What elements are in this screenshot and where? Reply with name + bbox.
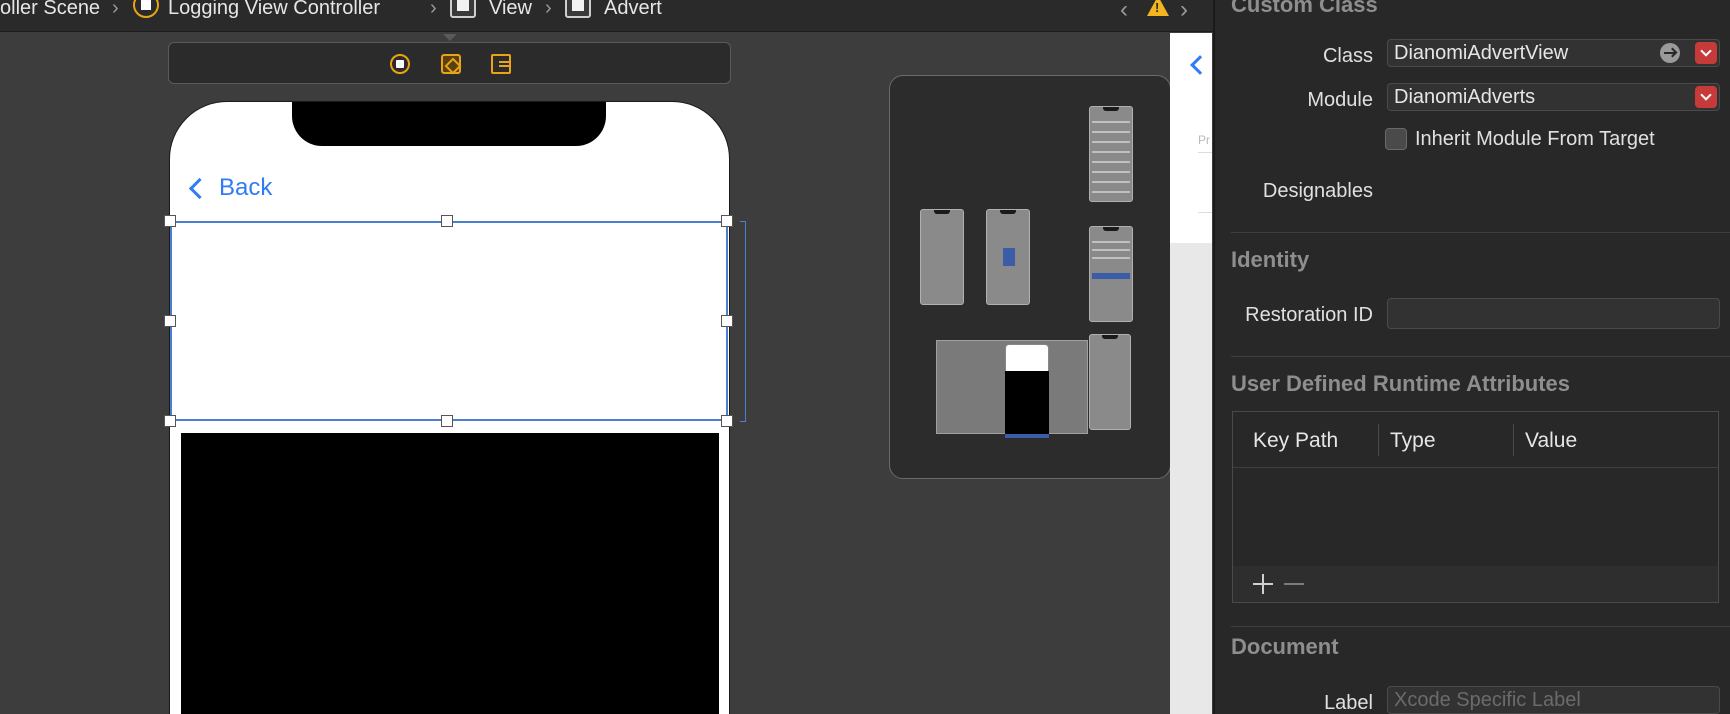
scene-dock (168, 42, 731, 84)
adjacent-scene-preview-body (1170, 243, 1212, 714)
resize-handle-top[interactable] (441, 215, 453, 227)
resize-handle-bottom[interactable] (441, 415, 453, 427)
chevron-left-icon[interactable]: ‹ (1120, 0, 1128, 24)
section-title-runtime-attributes: User Defined Runtime Attributes (1231, 371, 1571, 396)
arrow-right-circle-icon[interactable] (1660, 43, 1680, 63)
column-separator (1378, 424, 1379, 456)
restoration-id-label: Restoration ID (1245, 304, 1373, 326)
chevron-right-icon: › (545, 0, 552, 19)
breadcrumb-item-advert[interactable]: Advert (604, 0, 662, 24)
class-label: Class (1322, 45, 1373, 67)
view-icon (565, 0, 591, 18)
breadcrumb-item-scene[interactable]: oller Scene (0, 0, 100, 24)
runtime-attributes-table[interactable]: Key Path Type Value (1232, 411, 1719, 603)
section-title-identity: Identity (1231, 247, 1310, 272)
breadcrumb: oller Scene › Logging View Controller › … (0, 0, 1213, 32)
minimap-scene[interactable] (1089, 334, 1131, 430)
document-label-placeholder: Xcode Specific Label (1394, 689, 1581, 711)
add-attribute-icon[interactable] (1253, 574, 1273, 594)
section-divider (1231, 626, 1730, 627)
back-label: Back (219, 174, 273, 201)
divider (1198, 212, 1212, 213)
warning-icon[interactable] (1147, 0, 1169, 16)
restoration-id-field[interactable] (1387, 298, 1720, 329)
device-notch (292, 102, 606, 146)
resize-handle-bottom-right[interactable] (721, 415, 733, 427)
minimap-scene[interactable] (986, 209, 1030, 305)
document-label-field[interactable]: Xcode Specific Label (1387, 686, 1720, 714)
resize-handle-right[interactable] (721, 315, 733, 327)
identity-inspector: Custom Class Class DianomiAdvertView Mod… (1213, 0, 1730, 714)
back-button[interactable]: Back (188, 174, 272, 202)
inherit-module-label: Inherit Module From Target (1415, 128, 1655, 150)
chevron-right-icon: › (430, 0, 437, 19)
table-footer (1233, 566, 1718, 602)
minimap-scene[interactable] (1089, 106, 1133, 202)
inherit-module-checkbox[interactable] (1385, 128, 1407, 150)
first-responder-icon[interactable] (441, 54, 461, 74)
table-header: Key Path Type Value (1233, 412, 1718, 468)
document-label-label: Label (1324, 692, 1373, 714)
section-divider (1231, 232, 1730, 233)
module-label: Module (1307, 89, 1373, 111)
preview-label: Pr (1198, 133, 1210, 147)
column-header-value[interactable]: Value (1525, 429, 1577, 453)
storyboard-minimap[interactable] (889, 75, 1171, 479)
resize-handle-bottom-left[interactable] (164, 415, 176, 427)
minimap-current-content (1005, 371, 1049, 434)
height-constraint-guide (740, 221, 746, 422)
chevron-right-icon[interactable]: › (1180, 0, 1188, 24)
section-divider (1231, 356, 1730, 357)
resize-handle-top-right[interactable] (721, 215, 733, 227)
column-header-type[interactable]: Type (1390, 429, 1436, 453)
view-icon (450, 0, 476, 18)
exit-icon[interactable] (491, 54, 511, 74)
xcode-window: oller Scene › Logging View Controller › … (0, 0, 1730, 714)
chevron-right-icon: › (112, 0, 119, 19)
divider (1198, 152, 1212, 153)
minimap-scene[interactable] (920, 209, 964, 305)
breadcrumb-item-view[interactable]: View (489, 0, 532, 24)
section-title-custom-class: Custom Class (1231, 0, 1378, 17)
advert-view-selected[interactable] (170, 221, 728, 421)
content-view[interactable] (181, 433, 719, 714)
resize-handle-left[interactable] (164, 315, 176, 327)
minimap-scene[interactable] (1089, 226, 1133, 322)
view-controller-icon (133, 0, 159, 18)
column-header-key-path[interactable]: Key Path (1253, 429, 1338, 453)
section-title-document: Document (1231, 634, 1339, 659)
class-dropdown-button[interactable] (1695, 42, 1717, 64)
breadcrumb-item-view-controller[interactable]: Logging View Controller (168, 0, 380, 24)
module-value: DianomiAdverts (1394, 86, 1536, 108)
minimap-current-bar (1005, 434, 1049, 438)
class-value: DianomiAdvertView (1394, 42, 1569, 64)
module-field[interactable]: DianomiAdverts (1387, 83, 1720, 111)
chevron-left-icon (188, 177, 211, 199)
column-separator (1513, 424, 1514, 456)
designables-label: Designables (1262, 180, 1373, 202)
view-controller-icon[interactable] (390, 54, 410, 74)
module-dropdown-button[interactable] (1695, 86, 1717, 108)
remove-attribute-icon[interactable] (1284, 583, 1304, 585)
resize-handle-top-left[interactable] (164, 215, 176, 227)
dock-pointer (443, 34, 457, 41)
